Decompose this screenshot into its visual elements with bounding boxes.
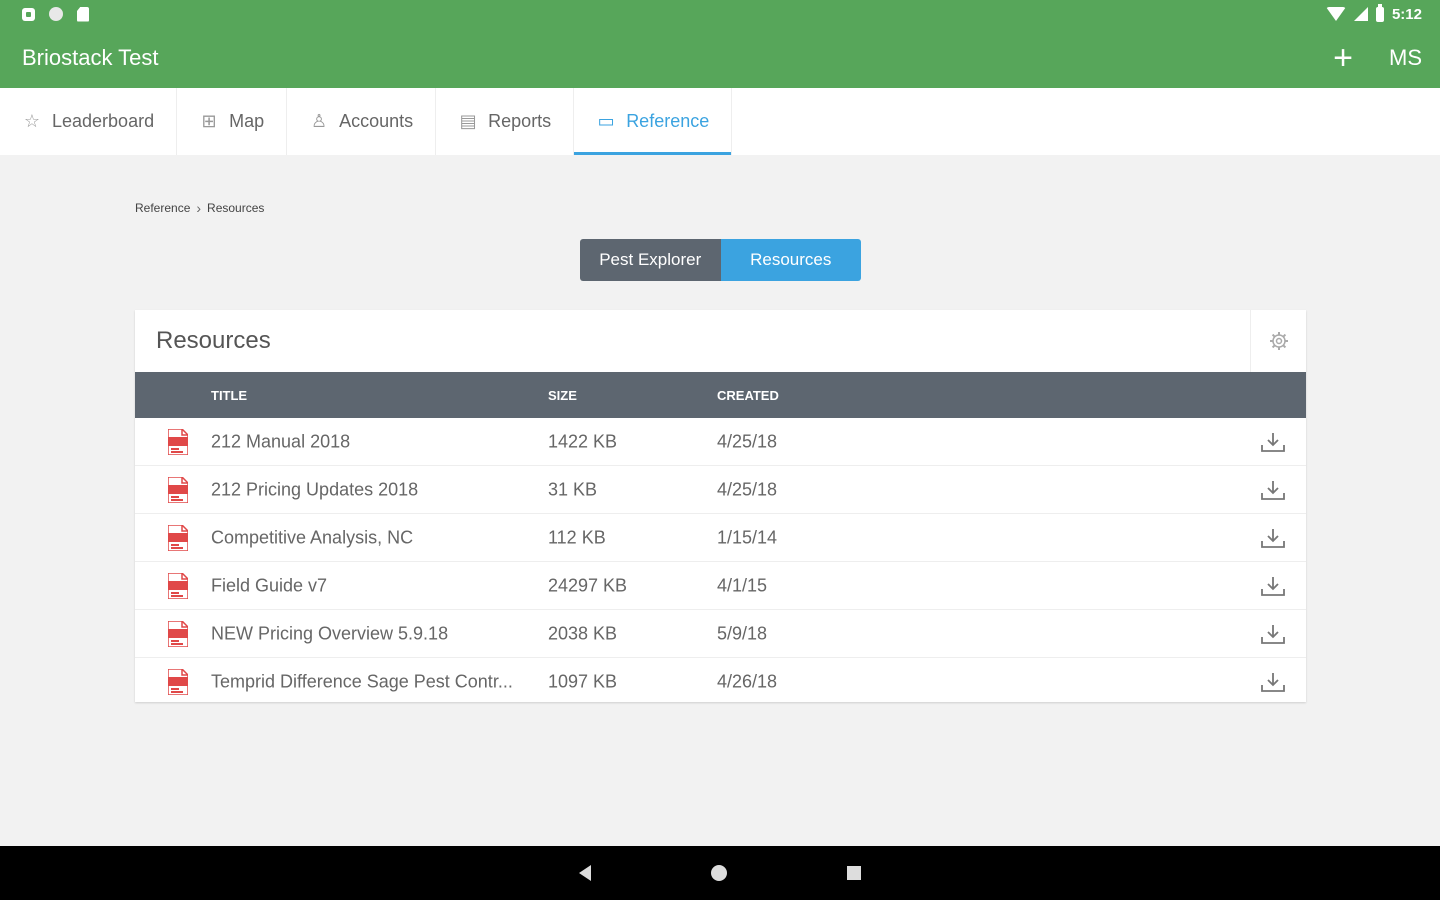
resource-size: 2038 KB	[548, 623, 618, 643]
pdf-file-icon	[167, 571, 189, 600]
tab-label: Leaderboard	[52, 111, 155, 131]
pdf-file-icon	[167, 523, 189, 552]
system-nav-bar	[0, 846, 1440, 900]
table-row[interactable]: Temprid Difference Sage Pest Contr... 109…	[135, 658, 1306, 705]
pdf-file-icon	[167, 475, 189, 504]
resource-size: 31 KB	[548, 479, 598, 499]
download-icon[interactable]	[1260, 575, 1286, 597]
download-icon[interactable]	[1260, 479, 1286, 501]
pdf-file-icon	[167, 667, 189, 696]
tab-leaderboard[interactable]: ☆ Leaderboard	[0, 88, 178, 155]
table-header: TITLE SIZE CREATED	[135, 372, 1306, 418]
tab-label: Map	[229, 111, 265, 131]
signal-icon	[1353, 7, 1368, 21]
main-tabs: ☆ Leaderboard ⊞ Map ♙ Accounts ▤ Reports…	[0, 88, 1440, 155]
report-icon: ▤	[459, 111, 477, 131]
chevron-right-icon: ›	[196, 200, 202, 216]
resource-title[interactable]: Competitive Analysis, NC	[211, 527, 531, 548]
map-icon: ⊞	[201, 111, 217, 131]
resource-title[interactable]: 212 Manual 2018	[211, 431, 531, 452]
card-header: Resources	[135, 310, 1306, 372]
breadcrumb-root[interactable]: Reference	[135, 201, 190, 215]
back-icon[interactable]	[579, 865, 591, 881]
tab-label: Reports	[488, 111, 552, 131]
breadcrumb: Reference › Resources	[135, 200, 264, 216]
download-icon[interactable]	[1260, 671, 1286, 693]
table-row[interactable]: 212 Manual 2018 1422 KB 4/25/18	[135, 418, 1306, 466]
resource-size: 1097 KB	[548, 671, 618, 691]
tab-reference[interactable]: ▭ Reference	[574, 88, 733, 155]
status-bar: 5:12	[0, 0, 1440, 28]
table-row[interactable]: 212 Pricing Updates 2018 31 KB 4/25/18	[135, 466, 1306, 514]
card-title: Resources	[156, 327, 271, 354]
wifi-icon	[1325, 7, 1346, 21]
settings-button[interactable]	[1250, 310, 1306, 372]
column-created[interactable]: CREATED	[717, 388, 779, 403]
table-row[interactable]: NEW Pricing Overview 5.9.18 2038 KB 5/9/18	[135, 610, 1306, 658]
resource-created: 4/26/18	[717, 671, 778, 691]
download-icon[interactable]	[1260, 527, 1286, 549]
pdf-file-icon	[167, 619, 189, 648]
gear-icon	[1269, 332, 1288, 350]
sd-card-icon	[77, 6, 89, 22]
reference-segmented-control: Pest Explorer Resources	[580, 239, 861, 281]
pest-explorer-button[interactable]: Pest Explorer	[580, 239, 721, 281]
pdf-file-icon	[167, 427, 189, 456]
resources-table-body: 212 Manual 2018 1422 KB 4/25/18 212 Pricing…	[135, 418, 1306, 705]
resource-created: 4/25/18	[717, 431, 778, 451]
battery-icon	[1375, 3, 1384, 22]
download-icon[interactable]	[1260, 623, 1286, 645]
resource-title[interactable]: Temprid Difference Sage Pest Contr...	[211, 671, 531, 692]
resource-size: 1422 KB	[548, 431, 618, 451]
download-icon[interactable]	[1260, 431, 1286, 453]
resource-title[interactable]: 212 Pricing Updates 2018	[211, 479, 531, 500]
resource-size: 24297 KB	[548, 575, 628, 595]
home-icon[interactable]	[711, 865, 727, 881]
people-icon: ♙	[311, 111, 328, 131]
app-bar: Briostack Test + MS	[0, 28, 1440, 88]
recent-apps-icon[interactable]	[847, 866, 861, 880]
add-button[interactable]: +	[1333, 41, 1353, 75]
resource-title[interactable]: Field Guide v7	[211, 575, 531, 596]
table-row[interactable]: Competitive Analysis, NC 112 KB 1/15/14	[135, 514, 1306, 562]
status-time: 5:12	[1391, 5, 1422, 23]
resource-created: 4/1/15	[717, 575, 768, 595]
column-title[interactable]: TITLE	[211, 388, 247, 403]
resources-button[interactable]: Resources	[720, 239, 861, 281]
column-size[interactable]: SIZE	[548, 388, 577, 403]
resource-created: 1/15/14	[717, 527, 778, 547]
star-icon: ☆	[23, 111, 41, 131]
breadcrumb-current: Resources	[207, 201, 265, 215]
resource-size: 112 KB	[548, 527, 606, 547]
tab-label: Accounts	[339, 111, 414, 131]
resources-card: Resources TITLE SIZE CREATED 212 Manual …	[135, 310, 1306, 702]
circle-icon	[49, 7, 63, 21]
notification-icon	[22, 7, 35, 21]
folder-icon: ▭	[597, 111, 615, 131]
resource-created: 4/25/18	[717, 479, 778, 499]
tab-reports[interactable]: ▤ Reports	[436, 88, 575, 155]
resource-created: 5/9/18	[717, 623, 768, 643]
tab-label: Reference	[626, 111, 710, 131]
tab-map[interactable]: ⊞ Map	[177, 88, 288, 155]
table-row[interactable]: Field Guide v7 24297 KB 4/1/15	[135, 562, 1306, 610]
resource-title[interactable]: NEW Pricing Overview 5.9.18	[211, 623, 531, 644]
app-title: Briostack Test	[22, 45, 159, 70]
user-menu-button[interactable]: MS	[1389, 45, 1422, 71]
tab-accounts[interactable]: ♙ Accounts	[287, 88, 437, 155]
